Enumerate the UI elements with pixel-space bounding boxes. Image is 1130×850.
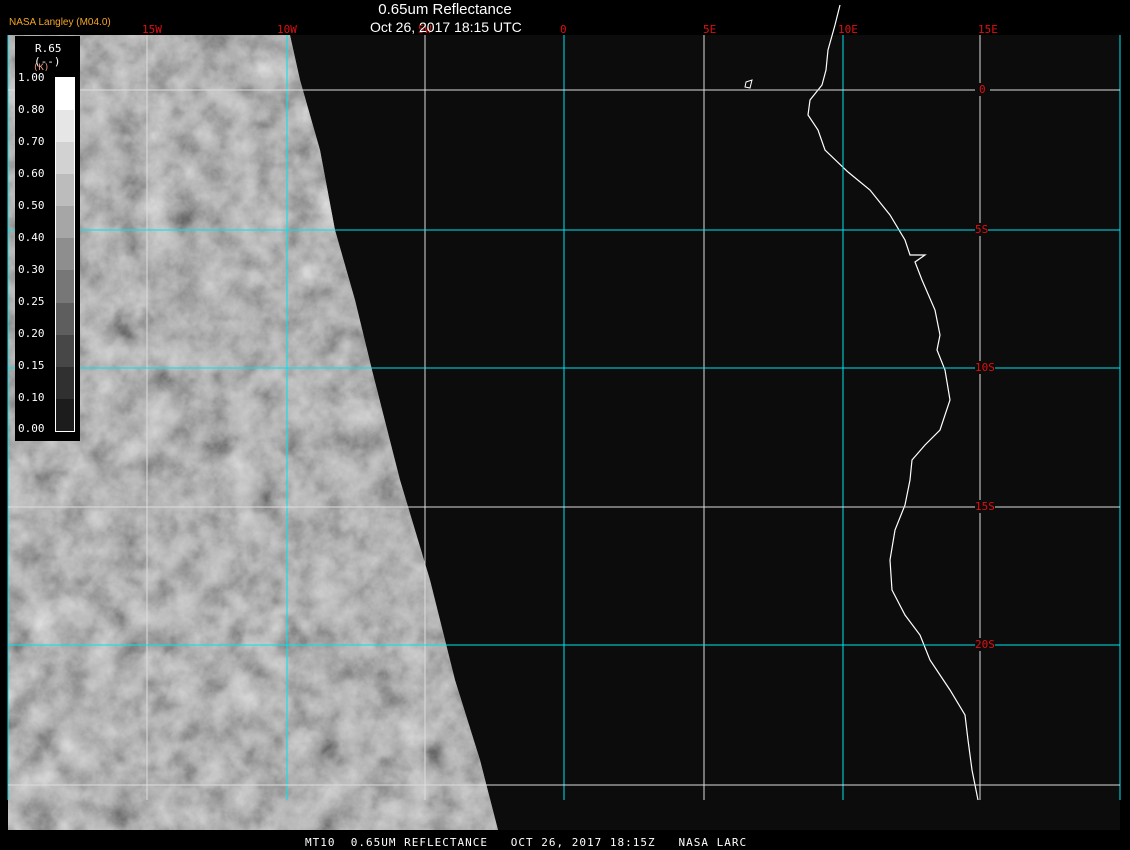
legend-color-bar — [55, 77, 75, 432]
lon-label-5e: 5E — [703, 23, 717, 36]
legend-tick: 0.20 — [18, 327, 45, 340]
lon-label-0: 0 — [560, 23, 567, 36]
lat-label-15s: 15S — [975, 500, 995, 513]
legend-tick: 0.00 — [18, 422, 45, 435]
lon-label-10e: 10E — [838, 23, 858, 36]
legend-swatch — [56, 238, 74, 271]
lon-label-15e: 15E — [978, 23, 998, 36]
legend-swatch — [56, 78, 74, 111]
footer-caption: MT10 0.65UM REFLECTANCE OCT 26, 2017 18:… — [305, 836, 748, 849]
legend-swatch — [56, 334, 74, 367]
legend-swatch — [56, 206, 74, 239]
legend-title: R.65 — [35, 42, 62, 55]
legend-tick: 0.10 — [18, 391, 45, 404]
lat-label-10s: 10S — [975, 361, 995, 374]
lat-label-20s: 20S — [975, 638, 995, 651]
legend-swatch — [56, 366, 74, 399]
lon-label-10w: 10W — [277, 23, 297, 36]
satellite-image-map — [7, 4, 1121, 830]
image-datetime: Oct 26, 2017 18:15 UTC — [370, 19, 522, 35]
image-title: 0.65um Reflectance — [378, 1, 512, 18]
legend-tick: 0.70 — [18, 135, 45, 148]
credit-label: NASA Langley (M04.0) — [9, 17, 111, 28]
lat-label-0: 0 — [975, 83, 990, 96]
legend-swatch — [56, 142, 74, 175]
legend-tick: 0.40 — [18, 231, 45, 244]
legend-tick: 0.25 — [18, 295, 45, 308]
legend-swatch — [56, 270, 74, 303]
legend-swatch — [56, 174, 74, 207]
lon-label-15w: 15W — [142, 23, 162, 36]
legend-tick: 1.00 — [18, 71, 45, 84]
legend-tick: 0.30 — [18, 263, 45, 276]
legend-tick: 0.60 — [18, 167, 45, 180]
legend-swatch — [56, 302, 74, 335]
legend-swatch — [56, 110, 74, 143]
legend-swatch — [56, 398, 74, 431]
legend-tick: 0.15 — [18, 359, 45, 372]
lat-label-5s: 5S — [975, 223, 989, 236]
color-legend: R.65 (--) (K) 1.00 0.80 0.70 0.60 0.50 0.40 0.… — [15, 36, 80, 441]
legend-tick: 0.80 — [18, 103, 45, 116]
legend-tick: 0.50 — [18, 199, 45, 212]
